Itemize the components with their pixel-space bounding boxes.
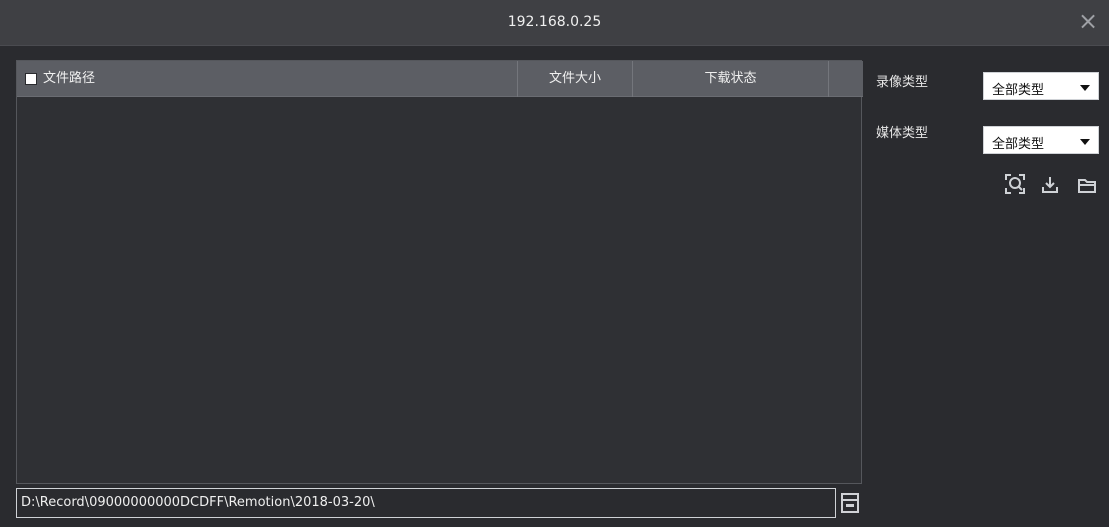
media-type-value: 全部类型 bbox=[992, 137, 1045, 152]
media-type-label: 媒体类型 bbox=[876, 126, 929, 141]
record-type-select[interactable]: 全部类型 bbox=[983, 72, 1099, 100]
record-type-value: 全部类型 bbox=[992, 83, 1045, 98]
column-extra bbox=[829, 61, 863, 97]
column-size-label: 文件大小 bbox=[548, 71, 601, 86]
select-all-checkbox[interactable] bbox=[25, 73, 37, 85]
column-path-label: 文件路径 bbox=[43, 71, 96, 86]
column-path[interactable]: 文件路径 bbox=[17, 61, 518, 97]
file-list-header: 文件路径 文件大小 下载状态 bbox=[17, 61, 863, 97]
folder-icon[interactable] bbox=[1076, 174, 1098, 196]
search-icon[interactable] bbox=[1004, 173, 1026, 195]
chevron-down-icon bbox=[1080, 85, 1090, 91]
close-icon[interactable]: × bbox=[1077, 9, 1099, 33]
save-path-field[interactable]: D:\Record\09000000000DCDFF\Remotion\2018… bbox=[16, 488, 836, 518]
window-title: 192.168.0.25 bbox=[507, 14, 602, 30]
file-list: 文件路径 文件大小 下载状态 bbox=[16, 60, 863, 484]
record-type-label: 录像类型 bbox=[876, 75, 929, 90]
download-icon[interactable] bbox=[1039, 174, 1061, 196]
chevron-down-icon bbox=[1080, 139, 1090, 145]
column-size[interactable]: 文件大小 bbox=[518, 61, 633, 97]
save-path-text: D:\Record\09000000000DCDFF\Remotion\2018… bbox=[21, 495, 375, 510]
title-bar: 192.168.0.25 × bbox=[0, 0, 1109, 46]
media-type-select[interactable]: 全部类型 bbox=[983, 126, 1099, 154]
browse-icon[interactable] bbox=[840, 488, 860, 518]
column-status[interactable]: 下载状态 bbox=[633, 61, 829, 97]
column-status-label: 下载状态 bbox=[704, 71, 757, 86]
